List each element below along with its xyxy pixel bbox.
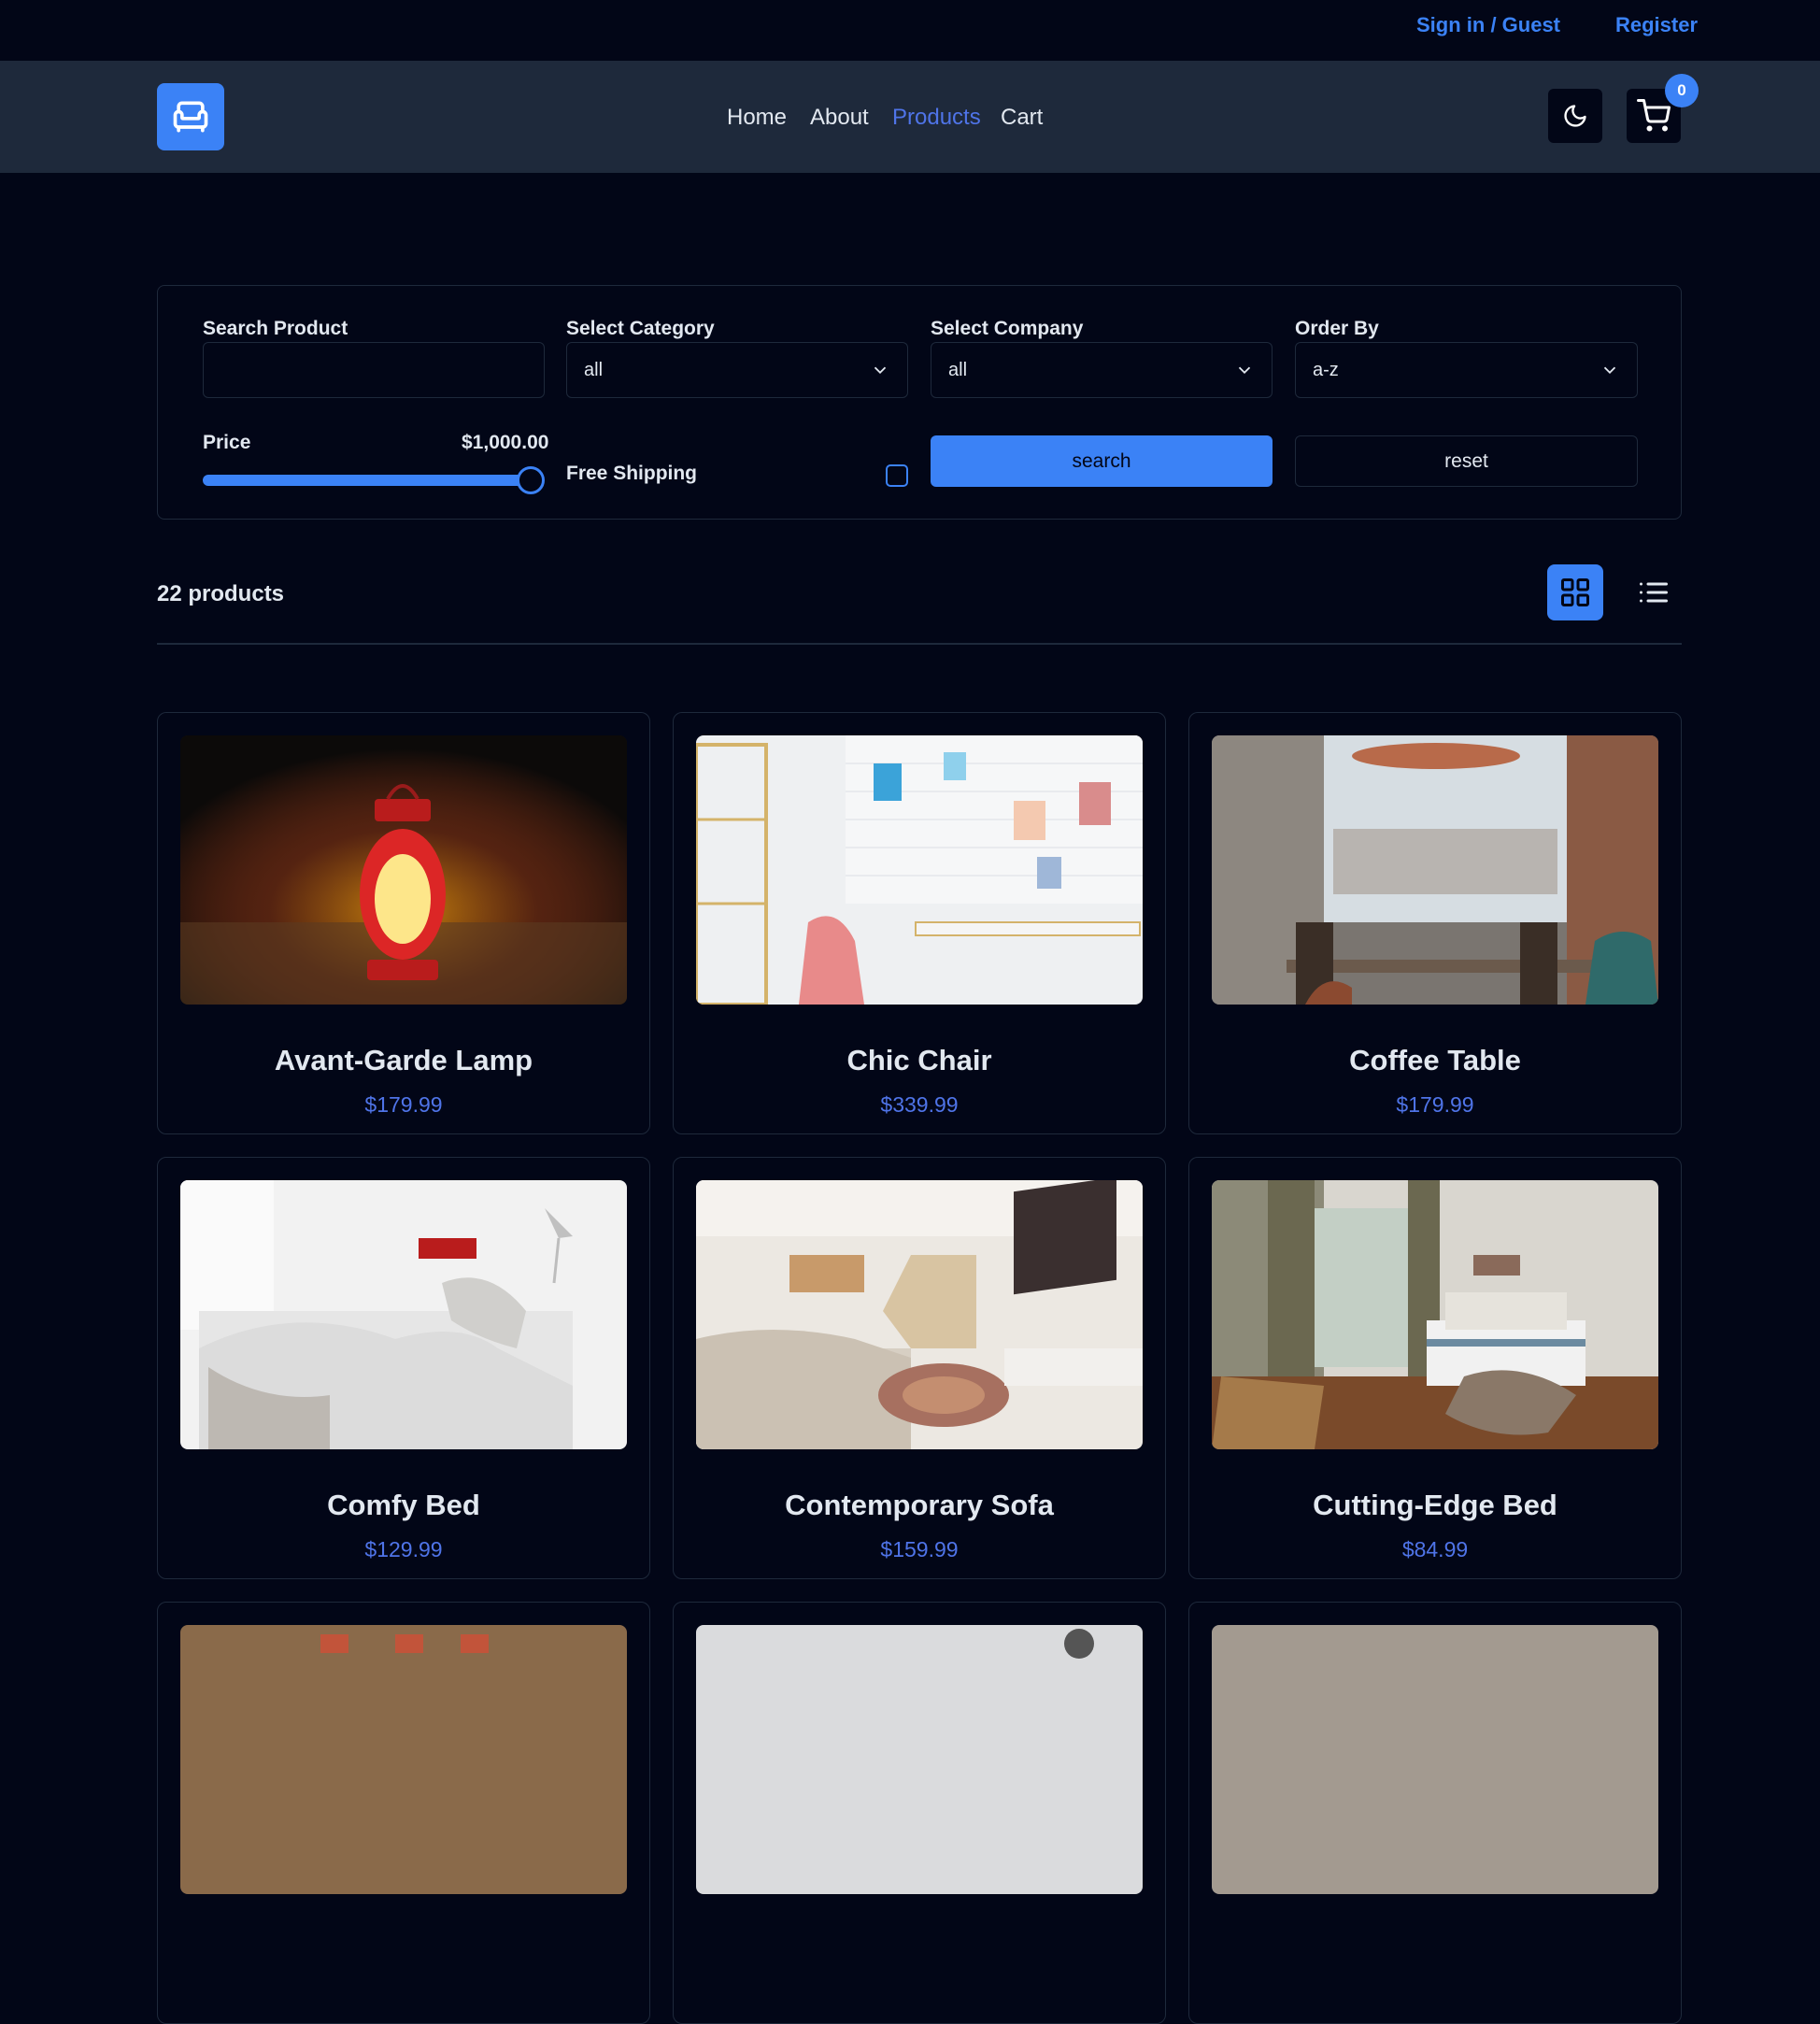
product-title: Chic Chair [846,1044,992,1076]
product-image [696,1180,1143,1449]
price-value: $1,000.00 [462,432,549,453]
product-image [1212,1625,1658,1894]
product-image [1212,1180,1658,1449]
product-price: $339.99 [880,1092,959,1117]
chevron-down-icon [1603,366,1616,375]
product-price: $129.99 [364,1537,443,1561]
product-card[interactable]: Avant-Garde Lamp $179.99 [157,712,650,1134]
order-select[interactable]: a-z [1295,342,1638,398]
navbar: Home About Products Cart 0 [0,61,1820,173]
product-image [1212,735,1658,1005]
product-image [696,735,1143,1005]
category-value: all [584,360,604,380]
product-image [180,735,627,1005]
grid-view-button[interactable] [1547,564,1603,620]
list-view-button[interactable] [1626,564,1682,620]
chevron-down-icon [874,366,887,375]
nav-links: Home About Products Cart [0,61,1820,173]
product-image [180,1625,627,1894]
free-shipping-checkbox[interactable] [886,464,908,487]
cart-count-badge: 0 [1665,74,1699,107]
product-card[interactable]: Cutting-Edge Bed $84.99 [1188,1157,1682,1579]
price-slider-handle[interactable] [517,466,545,494]
order-value: a-z [1313,360,1339,380]
list-icon [1640,582,1668,603]
product-card[interactable] [157,1602,650,2024]
product-card[interactable]: Comfy Bed $129.99 [157,1157,650,1579]
company-label: Select Company [931,318,1084,339]
product-image [696,1625,1143,1894]
reset-button[interactable]: reset [1295,435,1638,487]
nav-home[interactable]: Home [727,105,787,131]
chevron-down-icon [1238,366,1251,375]
product-count: 22 products [157,581,285,606]
price-label: Price [203,432,251,453]
nav-about[interactable]: About [810,105,869,131]
product-card[interactable]: Contemporary Sofa $159.99 [673,1157,1166,1579]
search-button[interactable]: search [931,435,1273,487]
free-shipping-label: Free Shipping [566,463,698,484]
nav-products[interactable]: Products [892,105,981,131]
product-image [180,1180,627,1449]
product-price: $159.99 [880,1537,959,1561]
order-label: Order By [1295,318,1379,339]
product-title: Cutting-Edge Bed [1313,1489,1557,1521]
product-price: $179.99 [1396,1092,1474,1117]
product-card[interactable] [1188,1602,1682,2024]
cart-icon [1637,99,1671,132]
category-label: Select Category [566,318,715,339]
product-title: Comfy Bed [327,1489,480,1521]
search-product-label: Search Product [203,318,348,339]
price-slider-track[interactable] [203,475,530,486]
product-card[interactable] [673,1602,1166,2024]
grid-icon [1561,578,1589,606]
product-title: Coffee Table [1349,1044,1521,1076]
category-select[interactable]: all [566,342,908,398]
company-select[interactable]: all [931,342,1273,398]
company-value: all [948,360,968,380]
register-link[interactable]: Register [1615,13,1698,37]
filters-form: Search Product Select Category all Selec… [157,285,1682,520]
product-card[interactable]: Chic Chair $339.99 [673,712,1166,1134]
product-price: $179.99 [364,1092,443,1117]
moon-icon [1564,105,1586,127]
product-title: Avant-Garde Lamp [274,1044,533,1076]
product-card[interactable]: Coffee Table $179.99 [1188,712,1682,1134]
nav-cart[interactable]: Cart [1001,105,1043,131]
theme-toggle-button[interactable] [1548,89,1602,143]
product-price: $84.99 [1401,1537,1469,1561]
search-product-input[interactable] [203,342,545,398]
product-title: Contemporary Sofa [785,1489,1054,1521]
divider [157,643,1682,645]
top-bar: Sign in / Guest Register [0,0,1820,61]
signin-link[interactable]: Sign in / Guest [1416,13,1560,37]
